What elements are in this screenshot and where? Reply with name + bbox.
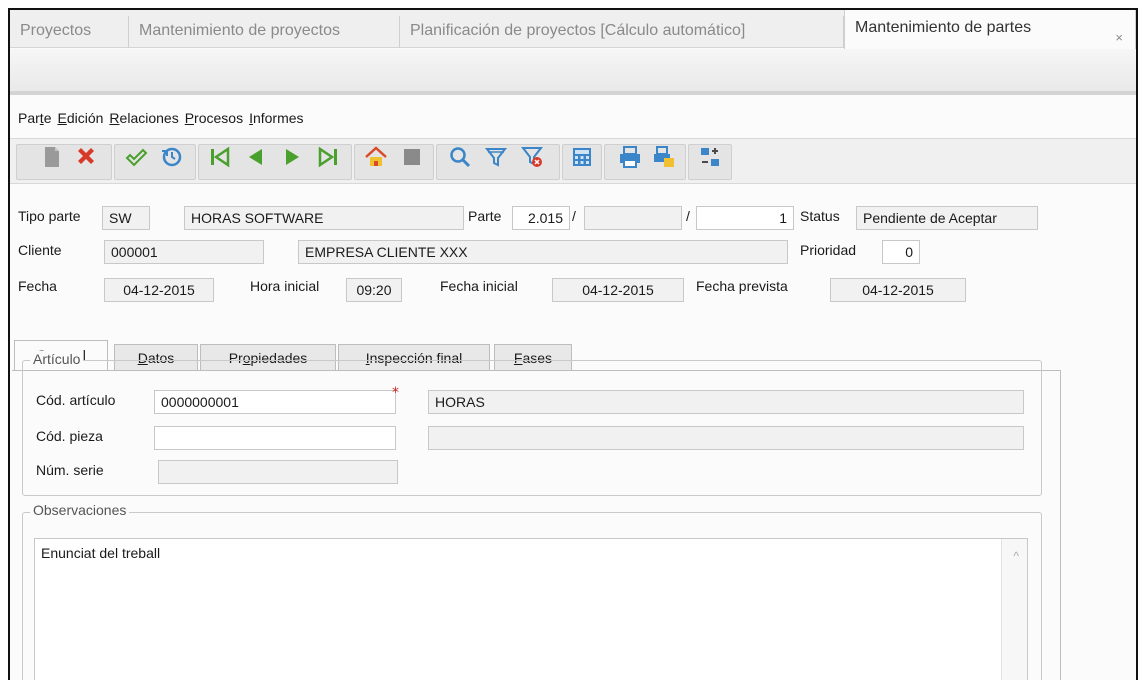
fecha-inicial-field[interactable]: 04-12-2015 [552, 278, 684, 302]
previous-icon[interactable] [244, 145, 268, 169]
stop-icon[interactable] [400, 145, 424, 169]
menu-text: rocesos [194, 110, 244, 126]
menu-text: elaciones [119, 110, 179, 126]
menu-accelerator: P [184, 110, 195, 126]
undo-icon[interactable] [160, 145, 184, 169]
cliente-code-field[interactable]: 000001 [104, 240, 264, 264]
pieza-description [428, 426, 1024, 450]
tab-label: Planificación de proyectos [Cálculo auto… [410, 22, 746, 39]
ribbon-band [10, 49, 1136, 95]
parte-serie-field[interactable] [584, 206, 682, 230]
tab-proyectos[interactable]: Proyectos [10, 16, 129, 48]
scroll-up-arrow-icon[interactable]: ^ [1013, 549, 1019, 563]
tab-label: Mantenimiento de proyectos [139, 22, 340, 39]
accept-icon[interactable] [124, 145, 148, 169]
tab-label: Proyectos [20, 22, 92, 39]
tipo-parte-description: HORAS SOFTWARE [184, 206, 464, 230]
observaciones-text: Enunciat del treball [41, 545, 161, 561]
print-icon[interactable] [618, 145, 642, 169]
cod-pieza-field[interactable] [154, 426, 396, 450]
menu-bar: Parte Edición Relaciones Procesos Inform… [18, 110, 310, 130]
clear-filter-icon[interactable] [520, 145, 544, 169]
required-mark: * [392, 385, 399, 401]
fecha-label: Fecha [18, 278, 57, 294]
menu-accelerator: E [57, 110, 67, 126]
num-serie-field[interactable] [158, 460, 398, 484]
tab-mantenimiento-partes[interactable]: Mantenimiento de partes × [844, 10, 1136, 49]
search-icon[interactable] [448, 145, 472, 169]
tipo-parte-label: Tipo parte [18, 208, 81, 224]
parte-label: Parte [468, 208, 502, 224]
transfer-icon[interactable] [698, 145, 722, 169]
menu-accelerator: R [109, 110, 120, 126]
print-preview-icon[interactable] [652, 145, 676, 169]
cliente-label: Cliente [18, 242, 62, 258]
status-label: Status [800, 208, 840, 224]
menu-edicion[interactable]: Edición [57, 110, 103, 130]
prioridad-field[interactable]: 0 [882, 240, 920, 264]
vertical-scrollbar[interactable]: ^ [1001, 539, 1027, 680]
articulo-group-title: Artículo [30, 351, 84, 367]
cod-articulo-label: Cód. artículo [36, 392, 116, 408]
observaciones-textarea[interactable]: Enunciat del treball ^ [34, 538, 1028, 680]
menu-text: nformes [252, 110, 304, 126]
parte-separator: / [686, 208, 690, 224]
tab-mantenimiento-proyectos[interactable]: Mantenimiento de proyectos [129, 16, 400, 48]
fecha-prevista-label: Fecha prevista [696, 278, 788, 294]
tab-planificacion-proyectos[interactable]: Planificación de proyectos [Cálculo auto… [400, 16, 844, 48]
fecha-prevista-field[interactable]: 04-12-2015 [830, 278, 966, 302]
delete-icon[interactable] [74, 145, 98, 169]
observaciones-group-title: Observaciones [30, 502, 130, 518]
hora-inicial-field[interactable]: 09:20 [346, 278, 402, 302]
last-icon[interactable] [316, 145, 340, 169]
calculator-icon[interactable] [570, 145, 594, 169]
menu-procesos[interactable]: Procesos [185, 110, 243, 130]
tipo-parte-code-field[interactable]: SW [102, 206, 150, 230]
home-icon[interactable] [364, 145, 388, 169]
menu-relaciones[interactable]: Relaciones [109, 110, 178, 130]
toolbar [10, 138, 1136, 184]
menu-informes[interactable]: Informes [249, 110, 303, 130]
cliente-name-field: EMPRESA CLIENTE XXX [298, 240, 788, 264]
tab-label: Mantenimiento de partes [855, 19, 1032, 36]
parte-number-field[interactable]: 1 [696, 206, 794, 230]
application-window: Proyectos Mantenimiento de proyectos Pla… [8, 8, 1138, 680]
num-serie-label: Núm. serie [36, 462, 104, 478]
menu-text: e [43, 110, 52, 126]
new-icon[interactable] [40, 145, 64, 169]
hora-inicial-label: Hora inicial [250, 278, 320, 294]
cod-pieza-label: Cód. pieza [36, 428, 103, 444]
fecha-field[interactable]: 04-12-2015 [104, 278, 214, 302]
menu-parte[interactable]: Parte [18, 110, 51, 130]
prioridad-label: Prioridad [800, 242, 857, 258]
articulo-description: HORAS [428, 390, 1024, 414]
first-icon[interactable] [208, 145, 232, 169]
fecha-inicial-label: Fecha inicial [440, 278, 518, 294]
menu-text: Par [18, 110, 40, 126]
filter-icon[interactable] [484, 145, 508, 169]
parte-year-field[interactable]: 2.015 [512, 206, 570, 230]
document-tab-strip: Proyectos Mantenimiento de proyectos Pla… [10, 10, 1136, 49]
menu-text: dición [66, 110, 104, 126]
cod-articulo-field[interactable]: 0000000001 [154, 390, 396, 414]
status-field: Pendiente de Aceptar [856, 206, 1038, 230]
parte-separator: / [572, 208, 576, 224]
next-icon[interactable] [280, 145, 304, 169]
